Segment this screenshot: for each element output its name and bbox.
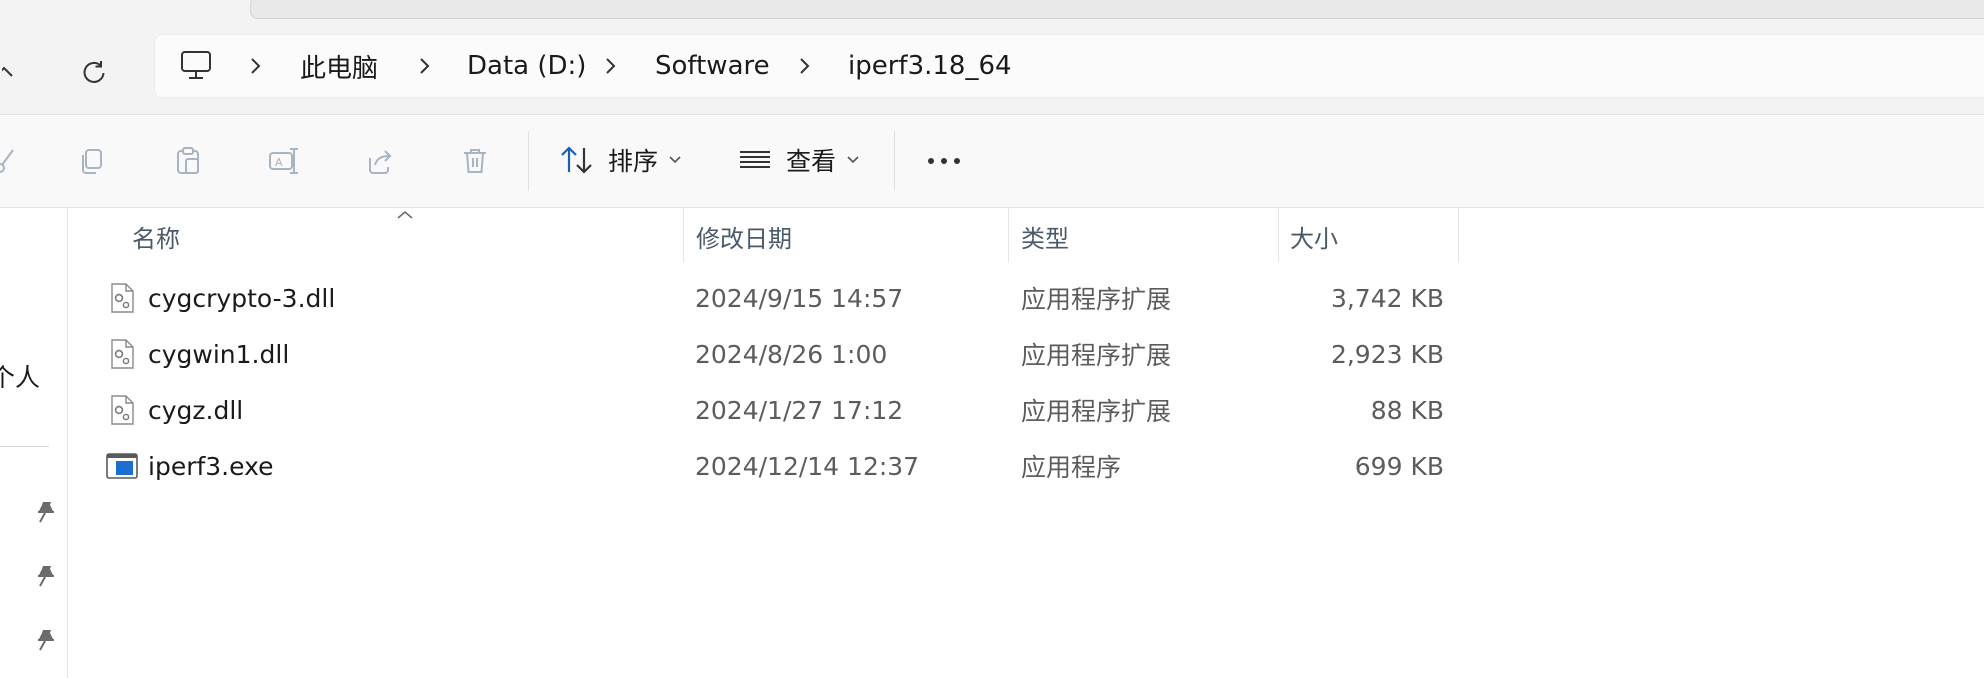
refresh-icon [83,61,105,83]
file-size: 88 KB [1370,395,1444,425]
file-name: cygcrypto-3.dll [148,283,336,313]
command-bar: A 排序 查看 [0,115,1984,207]
column-separator[interactable] [1458,208,1459,262]
this-pc-icon[interactable] [179,48,213,82]
sort-button[interactable]: 排序 [560,135,682,185]
breadcrumb-software[interactable]: Software [655,35,770,97]
dll-file-icon [111,339,134,369]
sort-icon [561,146,592,174]
file-type: 应用程序扩展 [1021,341,1172,370]
breadcrumb-current-folder[interactable]: iperf3.18_64 [848,35,1012,97]
delete-icon[interactable] [453,139,497,183]
column-type[interactable]: 类型 [1021,208,1069,264]
file-name: cygwin1.dll [148,339,290,369]
title-bar [0,0,1984,34]
refresh-button[interactable] [70,50,118,94]
file-size: 3,742 KB [1330,283,1444,313]
file-name: cygz.dll [148,395,244,425]
address-bar[interactable]: 此电脑 Data (D:) Software iperf3.18_64 [154,34,1984,98]
view-button[interactable]: 查看 [738,135,860,185]
toolbar-separator [894,131,895,191]
breadcrumb-chevron-icon[interactable] [604,35,618,97]
pin-icon[interactable] [32,498,60,526]
breadcrumb-chevron-icon[interactable] [249,35,263,97]
cut-icon[interactable] [0,139,28,183]
nav-pane-item-label[interactable]: 个人 [0,358,40,394]
toolbar-separator [528,131,529,191]
file-type: 应用程序扩展 [1021,397,1172,426]
file-date-modified: 2024/8/26 1:00 [695,339,888,369]
column-header: 名称 修改日期 类型 大小 [68,208,1984,266]
exe-file-icon [106,453,138,479]
file-name: iperf3.exe [148,451,274,481]
breadcrumb-chevron-icon[interactable] [798,35,812,97]
pin-icon[interactable] [32,562,60,590]
view-label: 查看 [786,147,837,176]
sort-label: 排序 [608,147,659,176]
pin-icon[interactable] [32,626,60,654]
navigation-pane: 个人 [0,208,67,678]
file-row[interactable]: iperf3.exe 2024/12/14 12:37 应用程序 699 KB [92,439,1452,493]
file-date-modified: 2024/9/15 14:57 [695,283,904,313]
share-icon[interactable] [358,139,402,183]
up-arrow-icon[interactable] [0,52,24,92]
file-date-modified: 2024/1/27 17:12 [695,395,904,425]
rename-icon[interactable]: A [262,139,306,183]
sort-ascending-icon [397,210,413,219]
column-separator[interactable] [1278,208,1279,262]
view-list-icon [740,151,770,168]
paste-icon[interactable] [166,139,210,183]
file-row[interactable]: cygwin1.dll 2024/8/26 1:00 应用程序扩展 2,923 … [92,327,1452,381]
file-row[interactable]: cygz.dll 2024/1/27 17:12 应用程序扩展 88 KB [92,383,1452,437]
dll-file-icon [111,283,134,313]
file-explorer-window: 此电脑 Data (D:) Software iperf3.18_64 A 排序… [0,0,1984,678]
column-name[interactable]: 名称 [132,208,180,264]
breadcrumb-data-drive[interactable]: Data (D:) [467,35,586,97]
file-size: 2,923 KB [1330,339,1444,369]
copy-icon[interactable] [70,139,114,183]
navigation-bar: 此电脑 Data (D:) Software iperf3.18_64 [0,34,1984,114]
file-date-modified: 2024/12/14 12:37 [695,451,920,481]
svg-text:A: A [275,156,283,169]
file-type: 应用程序 [1021,453,1122,482]
dll-file-icon [111,395,134,425]
column-size[interactable]: 大小 [1290,208,1338,264]
breadcrumb-this-pc[interactable]: 此电脑 [300,35,378,97]
chevron-down-icon [847,156,859,164]
column-date-modified[interactable]: 修改日期 [696,208,792,264]
file-row[interactable]: cygcrypto-3.dll 2024/9/15 14:57 应用程序扩展 3… [92,271,1452,325]
tab-strip[interactable] [250,0,1984,19]
file-size: 699 KB [1354,451,1444,481]
pane-splitter[interactable] [67,208,68,678]
breadcrumb-chevron-icon[interactable] [418,35,432,97]
file-type: 应用程序扩展 [1021,285,1172,314]
chevron-down-icon [669,156,681,164]
column-separator[interactable] [683,208,684,262]
column-separator[interactable] [1008,208,1009,262]
more-options-icon[interactable] [922,139,966,183]
nav-pane-divider [0,446,49,447]
